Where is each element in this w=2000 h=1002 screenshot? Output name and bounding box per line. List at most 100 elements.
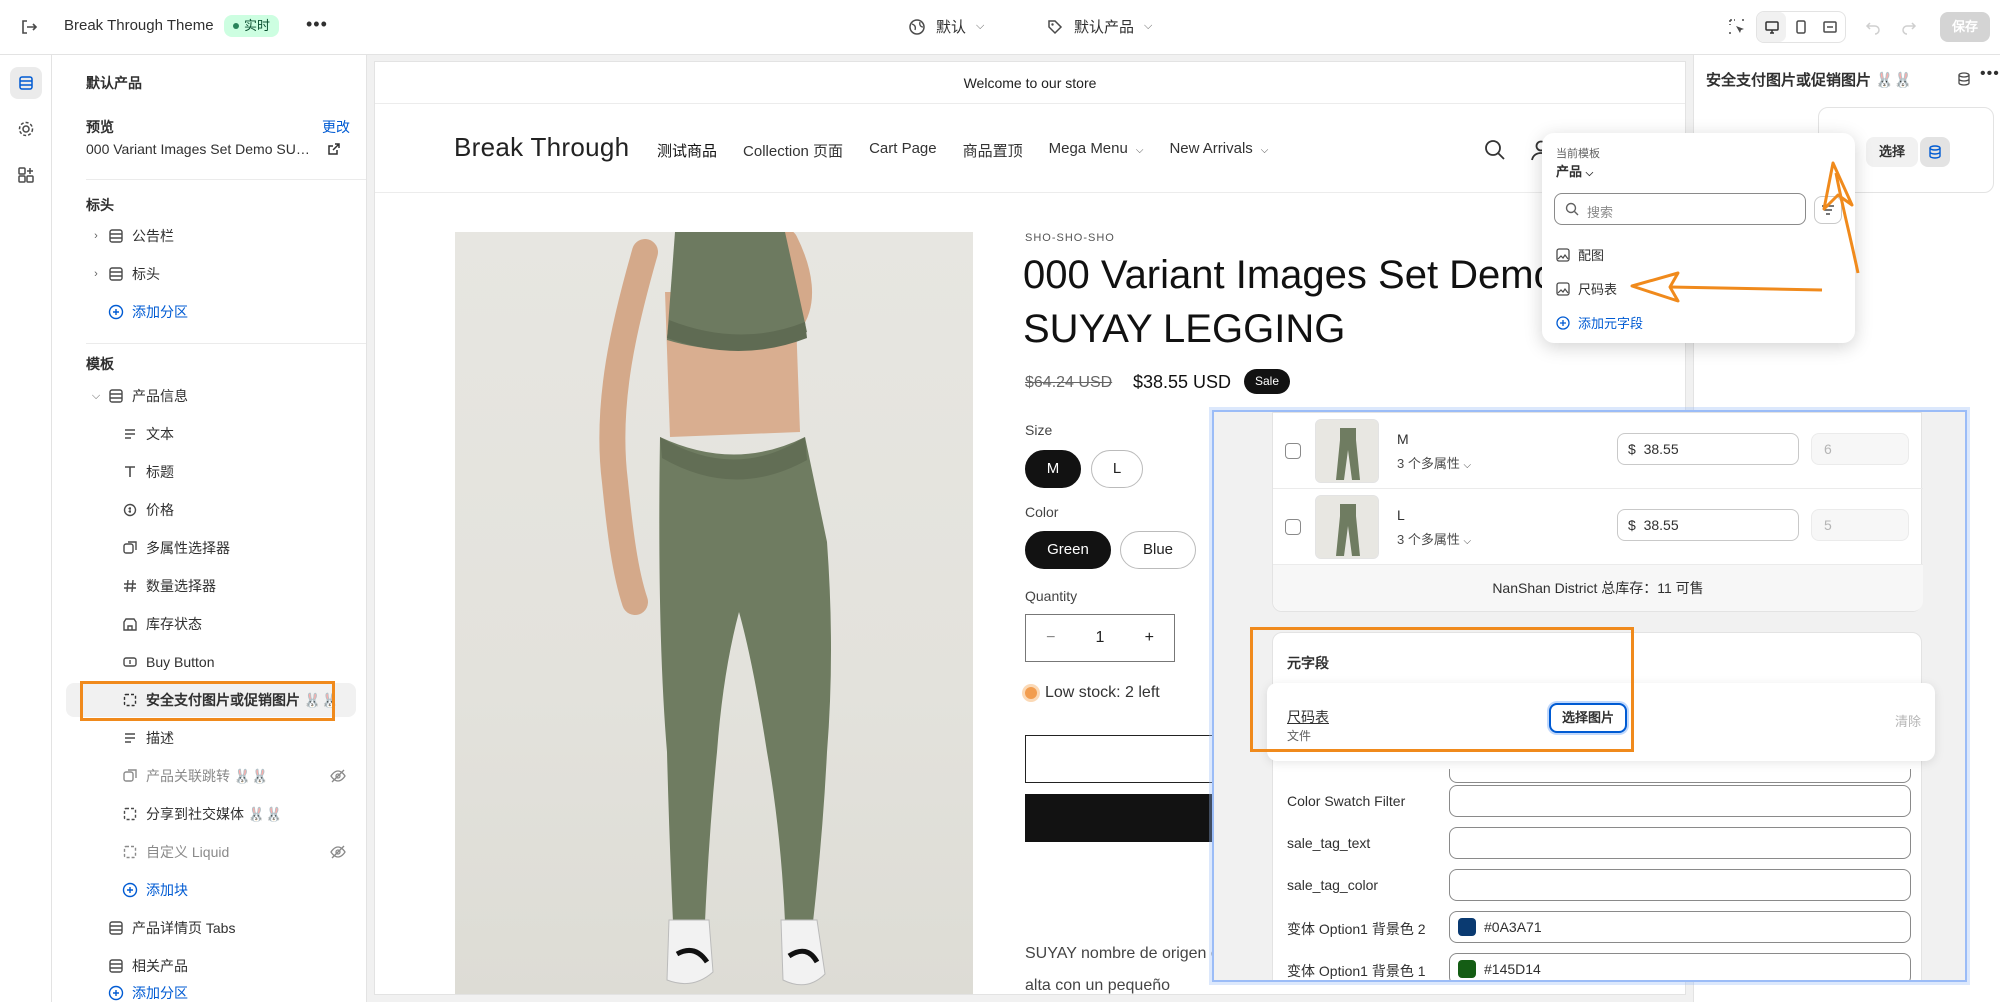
eye-hidden-icon[interactable]	[330, 768, 346, 784]
sidebar-item-header[interactable]: › 标头	[66, 257, 356, 291]
add-block-button[interactable]: 添加块	[66, 873, 356, 907]
variant-options-toggle[interactable]: 3 个多属性 ⌵	[1397, 529, 1471, 548]
store-logo[interactable]: Break Through	[454, 132, 629, 163]
minus-icon[interactable]: −	[1046, 629, 1055, 647]
sale-tag-text-input[interactable]	[1449, 827, 1911, 859]
connect-metafield-icon[interactable]	[1920, 137, 1950, 167]
size-option-m[interactable]: M	[1025, 450, 1081, 488]
nav-item[interactable]: Collection 页面	[743, 140, 843, 161]
clear-link[interactable]: 清除	[1895, 711, 1921, 730]
sidebar-item-announcement-bar[interactable]: › 公告栏	[66, 219, 356, 253]
more-actions-icon[interactable]: •••	[306, 14, 328, 35]
nav-item[interactable]: 商品置顶	[963, 140, 1023, 161]
option1-bg-color-2-input[interactable]: #0A3A71	[1449, 911, 1911, 943]
metafield-option-image[interactable]: 配图	[1556, 245, 1604, 264]
fullwidth-view-icon[interactable]	[1816, 12, 1845, 42]
preview-product-name: 000 Variant Images Set Demo SUYAY LEGGIN…	[86, 141, 311, 157]
plus-circle-icon	[106, 302, 126, 322]
block-buy-button[interactable]: Buy Button	[66, 645, 356, 679]
exit-icon[interactable]	[18, 16, 40, 38]
color-option-blue[interactable]: Blue	[1120, 531, 1196, 569]
size-option-label: Size	[1025, 422, 1053, 438]
product-image[interactable]	[455, 232, 973, 994]
add-section-button[interactable]: 添加分区	[66, 983, 356, 1002]
eye-hidden-icon[interactable]	[330, 844, 346, 860]
block-social-share[interactable]: 分享到社交媒体 🐰🐰	[66, 797, 356, 831]
add-section-button[interactable]: 添加分区	[66, 295, 356, 329]
section-icon	[106, 386, 126, 406]
inspector-select-icon[interactable]	[1724, 14, 1750, 40]
variant-quantity-input[interactable]: 6	[1811, 433, 1909, 465]
resource-scope-dropdown[interactable]: 产品 ⌵	[1556, 161, 1593, 180]
block-quantity-selector[interactable]: 数量选择器	[66, 569, 356, 603]
block-product-link[interactable]: 产品关联跳转 🐰🐰	[66, 759, 356, 793]
sections-icon[interactable]	[10, 67, 42, 99]
settings-gear-icon[interactable]	[10, 113, 42, 145]
save-button[interactable]: 保存	[1940, 12, 1990, 42]
variant-price-input[interactable]: $ 38.55	[1617, 509, 1799, 541]
variant-checkbox[interactable]	[1285, 443, 1301, 459]
apps-icon[interactable]	[10, 159, 42, 191]
block-inventory-status[interactable]: 库存状态	[66, 607, 356, 641]
block-title[interactable]: 标题	[66, 455, 356, 489]
field-label: Color Swatch Filter	[1287, 793, 1406, 809]
nav-item-mega-menu[interactable]: Mega Menu ⌵	[1049, 140, 1144, 161]
template-dropdown[interactable]: 默认产品 ⌵	[1046, 16, 1152, 37]
search-icon[interactable]	[1483, 138, 1507, 162]
sidebar-item-related-products[interactable]: 相关产品	[66, 949, 356, 983]
default-settings-dropdown[interactable]: 默认 ⌵	[908, 16, 984, 37]
size-option-l[interactable]: L	[1091, 450, 1143, 488]
variant-quantity-input[interactable]: 5	[1811, 509, 1909, 541]
block-variant-picker[interactable]: 多属性选择器	[66, 531, 356, 565]
price-value: 38.55	[1643, 517, 1679, 533]
quantity-value[interactable]: 1	[1096, 629, 1105, 647]
undo-icon[interactable]	[1860, 14, 1886, 40]
chevron-right-icon: ›	[94, 268, 98, 280]
variant-name: M	[1397, 431, 1409, 447]
plus-icon[interactable]: +	[1145, 629, 1154, 647]
sidebar-item-product-tabs[interactable]: 产品详情页 Tabs	[66, 911, 356, 945]
chevron-down-icon: ⌵	[1144, 20, 1153, 32]
desktop-view-icon[interactable]	[1757, 12, 1787, 42]
block-label: 描述	[146, 730, 174, 746]
block-label: 库存状态	[146, 616, 202, 632]
variant-options-toggle[interactable]: 3 个多属性 ⌵	[1397, 453, 1471, 472]
variant-row[interactable]: M 3 个多属性 ⌵ $ 38.55 6	[1273, 413, 1923, 489]
partially-hidden-field[interactable]	[1449, 769, 1911, 783]
block-price[interactable]: 价格	[66, 493, 356, 527]
nav-item[interactable]: Cart Page	[869, 140, 937, 161]
external-link-icon[interactable]	[327, 142, 341, 156]
plus-circle-icon	[1556, 315, 1570, 330]
chevron-down-icon: ⌵	[1260, 145, 1269, 156]
option1-bg-color-1-input[interactable]: #145D14	[1449, 953, 1911, 980]
variant-row[interactable]: L 3 个多属性 ⌵ $ 38.55 5	[1273, 489, 1923, 565]
more-options-icon[interactable]: •••	[1980, 65, 2000, 83]
block-text[interactable]: 文本	[66, 417, 356, 451]
change-preview-link[interactable]: 更改	[322, 117, 350, 137]
redo-icon[interactable]	[1896, 14, 1922, 40]
template-group-title: 模板	[86, 356, 114, 372]
announcement-bar: Welcome to our store	[375, 62, 1685, 104]
live-status-badge: 实时	[224, 15, 280, 37]
search-icon	[1565, 202, 1579, 216]
mobile-view-icon[interactable]	[1786, 12, 1815, 42]
color-swatch[interactable]	[1458, 960, 1476, 978]
nav-item-new-arrivals[interactable]: New Arrivals ⌵	[1169, 140, 1268, 161]
variant-picker-icon	[120, 766, 140, 786]
block-custom-liquid[interactable]: 自定义 Liquid	[66, 835, 356, 869]
sidebar-item-product-info[interactable]: ⌵ 产品信息	[66, 379, 356, 413]
product-title: 000 Variant Images Set Demo SUYAY LEGGIN…	[1023, 253, 1556, 351]
color-swatch[interactable]	[1458, 918, 1476, 936]
nav-item[interactable]: 测试商品	[657, 140, 717, 161]
block-label: 自定义 Liquid	[146, 844, 230, 860]
nav-item-label: Mega Menu	[1048, 140, 1128, 157]
variant-price-input[interactable]: $ 38.55	[1617, 433, 1799, 465]
database-icon[interactable]	[1956, 71, 1972, 87]
sale-tag-color-input[interactable]	[1449, 869, 1911, 901]
nav-item-label: New Arrivals	[1169, 140, 1253, 157]
block-description[interactable]: 描述	[66, 721, 356, 755]
plus-circle-icon	[106, 983, 126, 1002]
variant-checkbox[interactable]	[1285, 519, 1301, 535]
color-swatch-filter-input[interactable]	[1449, 785, 1911, 817]
color-option-green[interactable]: Green	[1025, 531, 1111, 569]
